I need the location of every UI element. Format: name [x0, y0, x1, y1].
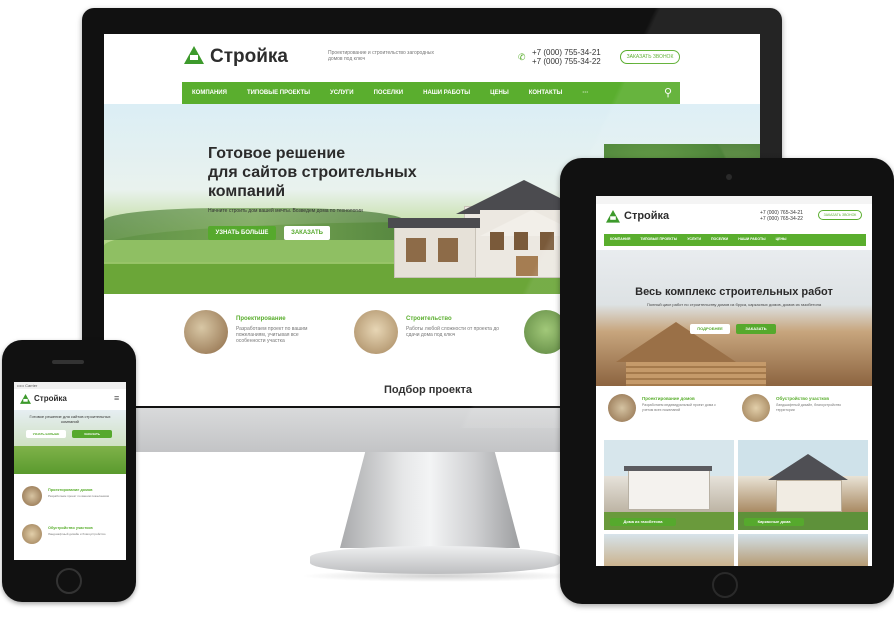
- nav-item-6[interactable]: Контакты: [529, 90, 563, 96]
- tablet-card-2-label[interactable]: Каркасные дома: [744, 518, 804, 526]
- log-house-wall: [626, 362, 766, 386]
- nav-item-3[interactable]: Поселки: [374, 90, 404, 96]
- tablet-nav: Компания Типовые проекты Услуги Поселки Наши…: [604, 234, 866, 246]
- menu-icon[interactable]: ≡: [114, 393, 119, 403]
- service-title-building[interactable]: Строительство: [406, 316, 452, 322]
- nav-item-0[interactable]: Компания: [192, 90, 227, 96]
- tablet-card-1-label[interactable]: Дома из газобетона: [610, 518, 676, 526]
- phone-service-thumb-2: [22, 524, 42, 544]
- tablet-service-thumb-1: [608, 394, 636, 422]
- brand-name[interactable]: Стройка: [210, 46, 288, 68]
- hero-title: Готовое решение для сайтов строительных …: [208, 144, 417, 201]
- tablet-card-3[interactable]: [604, 534, 734, 566]
- tablet-status-bar: [596, 196, 872, 204]
- phone-order-button[interactable]: Заказать: [72, 430, 112, 438]
- tablet-service-title-2[interactable]: Обустройство участков: [776, 396, 829, 401]
- hero-title-line-1: Готовое решение: [208, 145, 346, 162]
- tablet-hero-sub: Полный цикл работ по строительству домов…: [646, 302, 822, 307]
- phone-logo[interactable]: [20, 394, 31, 407]
- phone-service-title-2[interactable]: Обустройство участков: [48, 526, 93, 530]
- order-button[interactable]: Заказать: [284, 226, 330, 240]
- tablet-callback-button[interactable]: Заказать звонок: [818, 210, 862, 220]
- tablet-service-thumb-2: [742, 394, 770, 422]
- hero-title-line-2: для сайтов строительных: [208, 164, 417, 181]
- phone-service-title-1[interactable]: Проектирование домов: [48, 488, 93, 492]
- nav-item-4[interactable]: Наши работы: [423, 90, 470, 96]
- tablet-phone-2: +7 (000) 765-34-22: [760, 216, 803, 222]
- tablet-nav-item-3[interactable]: Поселки: [711, 237, 728, 241]
- tablet-more-button[interactable]: Подробнее: [690, 324, 730, 334]
- logo-icon: [606, 210, 620, 223]
- nav-item-2[interactable]: Услуги: [330, 90, 354, 96]
- tablet-screen: Стройка +7 (000) 765-34-21 +7 (000) 765-…: [596, 196, 872, 566]
- phone-screen: ••••• Carrier Стройка ≡ Готовое решение …: [14, 382, 126, 560]
- tablet-nav-item-2[interactable]: Услуги: [687, 237, 701, 241]
- tablet-service-text-1: Разработаем индивидуальный проект дома с…: [642, 403, 716, 412]
- service-title-design[interactable]: Проектирование: [236, 316, 286, 322]
- tablet-hero: Весь комплекс строительных работ Полный …: [596, 250, 872, 386]
- tablet-service-text-2: Ландшафтный дизайн, благоустройство терр…: [776, 403, 842, 412]
- home-button-icon[interactable]: [712, 572, 738, 598]
- hero-subtitle: Начните строить дом вашей мечты. Возведе…: [208, 208, 363, 214]
- tablet-card-1[interactable]: Дома из газобетона: [604, 440, 734, 530]
- phone-service-text-2: Ландшафтный дизайн и благоустройство: [48, 532, 106, 536]
- service-text-design: Разработаем проект по вашим пожеланиям, …: [236, 326, 308, 344]
- tablet-brand[interactable]: Стройка: [624, 210, 669, 222]
- service-text-building: Работы любой сложности от проекта до сда…: [406, 326, 500, 338]
- phone-number-1: +7 (000) 755-34-21: [532, 48, 601, 57]
- tablet-service-title-1[interactable]: Проектирование домов: [642, 396, 695, 401]
- search-icon[interactable]: ⚲: [664, 86, 672, 99]
- phone-status-bar: ••••• Carrier: [14, 382, 126, 389]
- tablet-card-2[interactable]: Каркасные дома: [738, 440, 868, 530]
- hero-title-line-3: компаний: [208, 183, 286, 200]
- camera-icon: [726, 174, 732, 180]
- tablet-nav-item-5[interactable]: Цены: [776, 237, 787, 241]
- logo-icon: [184, 46, 204, 64]
- tablet-hero-title: Весь комплекс строительных работ: [635, 286, 833, 298]
- phone-hero-text: Готовое решение для сайтов строительных …: [29, 414, 111, 424]
- learn-more-button[interactable]: Узнать больше: [208, 226, 276, 240]
- logo-icon: [20, 394, 31, 404]
- phone-service-text-1: Разработаем проект по вашим пожеланиям: [48, 494, 109, 498]
- speaker-icon: [52, 360, 84, 364]
- phone-brand[interactable]: Стройка: [34, 394, 67, 403]
- tablet-nav-item-1[interactable]: Типовые проекты: [640, 237, 677, 241]
- phone-number-2: +7 (000) 755-34-22: [532, 57, 601, 66]
- tablet-nav-item-0[interactable]: Компания: [610, 237, 630, 241]
- tablet-card-4[interactable]: [738, 534, 868, 566]
- home-button-icon[interactable]: [56, 568, 82, 594]
- phone-hero: Готовое решение для сайтов строительных …: [14, 410, 126, 446]
- logo[interactable]: [184, 46, 204, 69]
- tablet-nav-item-4[interactable]: Наши работы: [738, 237, 765, 241]
- main-nav: Компания Типовые проекты Услуги Поселки Наши…: [182, 82, 680, 104]
- nav-item-1[interactable]: Типовые проекты: [247, 90, 310, 96]
- monitor-base: [310, 546, 560, 574]
- tablet-order-button[interactable]: Заказать: [736, 324, 776, 334]
- phone-hero-grass: [14, 446, 126, 474]
- service-thumb-building: [354, 310, 398, 354]
- section-title: Подбор проекта: [384, 384, 472, 396]
- tablet-logo[interactable]: [606, 210, 620, 226]
- phone-icon: ✆: [518, 52, 526, 62]
- phone-numbers: +7 (000) 755-34-21 +7 (000) 755-34-22: [532, 48, 601, 66]
- tablet-phones: +7 (000) 765-34-21 +7 (000) 765-34-22: [760, 210, 803, 222]
- phone-more-button[interactable]: Узнать больше: [26, 430, 66, 438]
- nav-item-5[interactable]: Цены: [490, 90, 509, 96]
- callback-button[interactable]: Заказать звонок: [620, 50, 680, 64]
- phone-service-thumb-1: [22, 486, 42, 506]
- service-thumb-design: [184, 310, 228, 354]
- nav-item-7[interactable]: ···: [582, 90, 588, 96]
- tagline: Проектирование и строительство загородны…: [328, 50, 434, 62]
- monitor-stand: [340, 452, 520, 548]
